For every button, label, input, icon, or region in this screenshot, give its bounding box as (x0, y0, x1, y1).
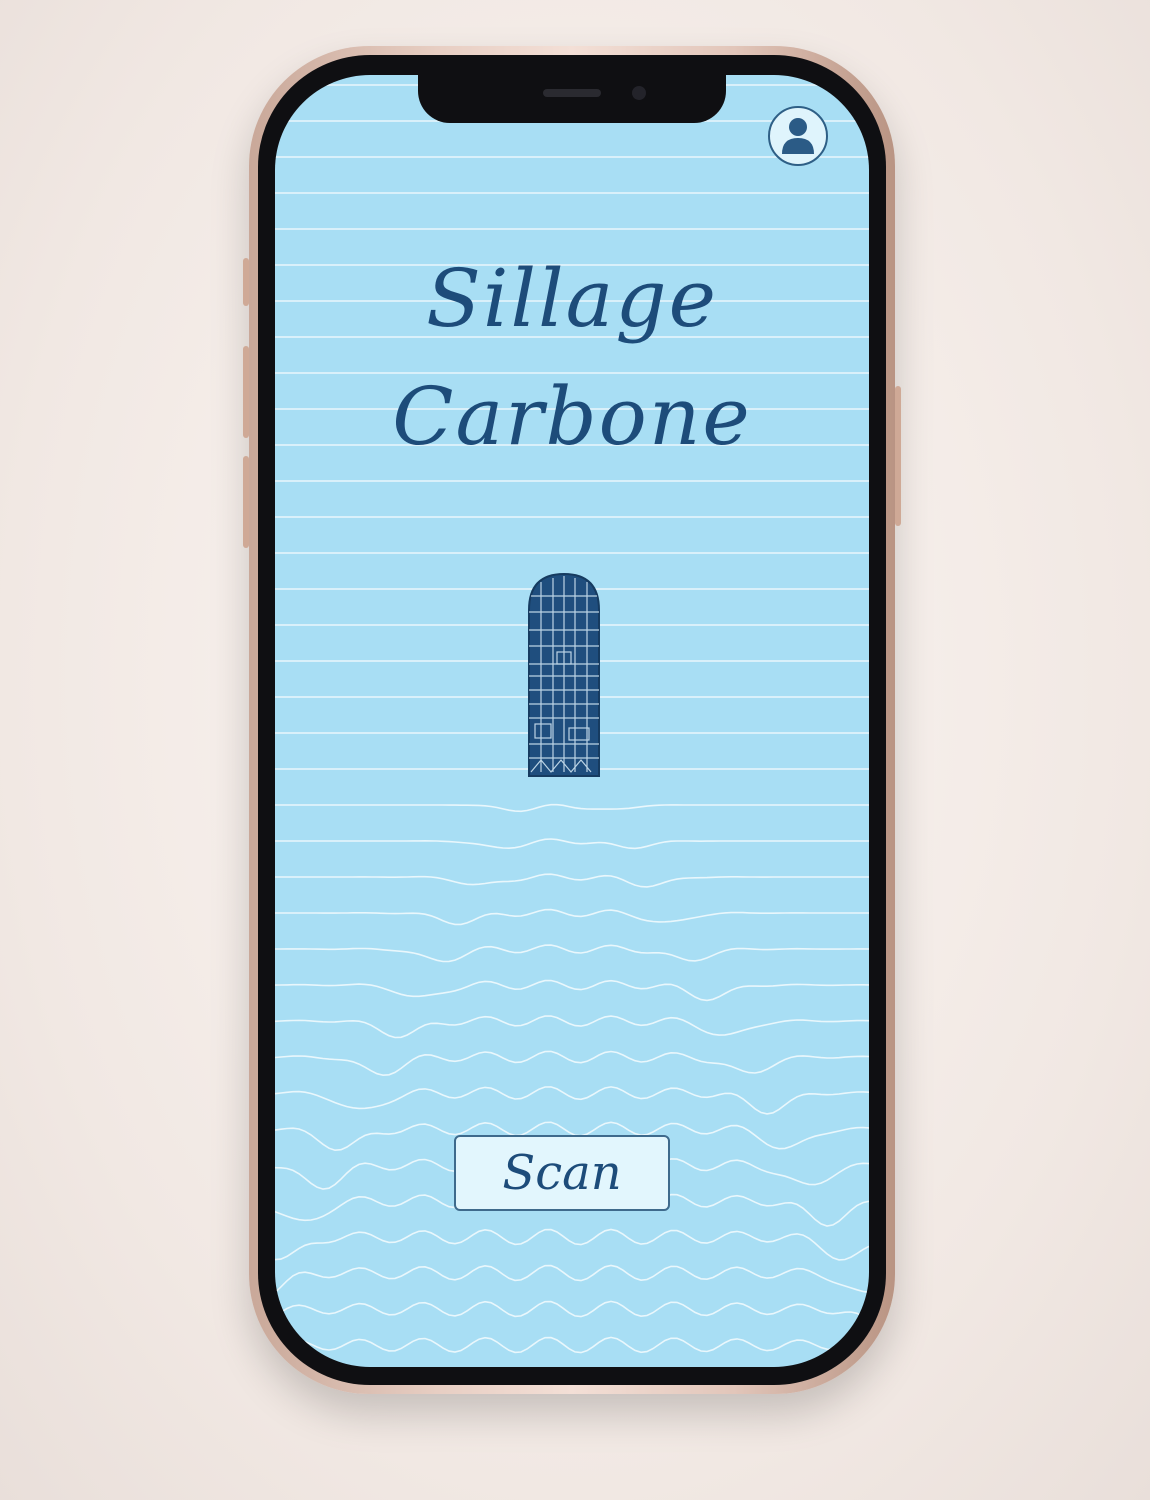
boat-illustration (528, 572, 600, 777)
volume-down-button (243, 456, 249, 548)
ruling-line (275, 1336, 869, 1354)
volume-up-button (243, 346, 249, 438)
ruling-line (275, 1050, 869, 1077)
user-icon (782, 118, 814, 154)
app-screen: Sillage Carbone Scan (275, 75, 869, 1367)
ruling-line (275, 908, 869, 926)
front-camera (632, 86, 646, 100)
ruling-line (275, 803, 869, 813)
scan-button[interactable]: Scan (454, 1135, 670, 1211)
app-title-line-1: Sillage (426, 252, 718, 345)
ruling-line (275, 979, 869, 1002)
ruling-line (275, 944, 869, 963)
ruling-line (275, 1300, 869, 1323)
notch (418, 75, 726, 123)
profile-button[interactable] (768, 106, 828, 166)
ruling-line (275, 1264, 869, 1294)
ruling-line (275, 1228, 869, 1261)
phone-frame: Sillage Carbone Scan (243, 46, 901, 1394)
ruling-line (275, 1015, 869, 1039)
ringer-switch (243, 258, 249, 306)
app-title-line-2: Carbone (392, 370, 752, 463)
speaker-grille (543, 89, 601, 97)
ruling-line (275, 873, 869, 888)
ruling-line (275, 838, 869, 850)
power-button (895, 386, 901, 526)
ruling-line (275, 1086, 869, 1115)
